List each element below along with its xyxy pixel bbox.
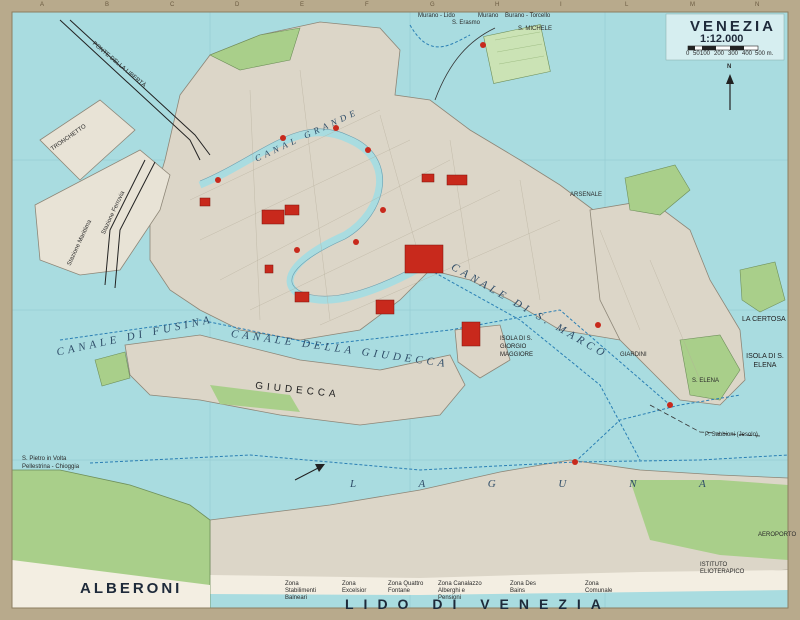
monument-3 bbox=[294, 291, 310, 303]
burano-torcello-label: Burano - Torcello bbox=[505, 13, 551, 19]
monument-8 bbox=[199, 197, 211, 207]
monument-9 bbox=[264, 264, 274, 274]
scale-tick-0: 0 bbox=[686, 51, 690, 57]
zona-4-label: Zona Canalazzo Alberghi e Pensioni bbox=[438, 581, 482, 601]
map-scale: 1:12.000 bbox=[700, 33, 744, 45]
s-michele-label: S. MICHELE bbox=[518, 26, 553, 32]
frari-church bbox=[261, 209, 285, 225]
laguna-label: L A G U N A bbox=[350, 478, 736, 490]
scale-tick-5: 400 bbox=[742, 51, 753, 57]
map-canvas bbox=[11, 11, 789, 609]
edge-letter-g: G bbox=[430, 2, 435, 8]
s-erasmo-label: S. Erasmo bbox=[452, 20, 481, 26]
zona-5-label: Zona Des Bains bbox=[510, 581, 537, 594]
giardini-label: GIARDINI bbox=[620, 352, 647, 358]
scale-tick-4: 300 bbox=[728, 51, 739, 57]
isola-s-elena-label: ISOLA DI S. ELENA bbox=[746, 353, 784, 369]
edge-letter-m: M bbox=[690, 2, 695, 8]
aeroporto-label: AEROPORTO bbox=[758, 532, 797, 538]
scale-bar bbox=[687, 45, 759, 51]
edge-letter-c: C bbox=[170, 2, 175, 8]
edge-letter-i: I bbox=[560, 2, 562, 8]
scale-tick-2: 100 bbox=[700, 51, 711, 57]
scale-tick-6: 500 m. bbox=[755, 51, 774, 57]
edge-letter-h: H bbox=[495, 2, 500, 8]
scale-tick-3: 200 bbox=[714, 51, 725, 57]
edge-letter-e: E bbox=[300, 2, 305, 8]
zona-1-label: Zona Stabilimenti Balneari bbox=[285, 581, 317, 601]
arsenale-label: ARSENALE bbox=[570, 192, 603, 198]
edge-letter-b: B bbox=[105, 2, 110, 8]
murano-label: Murano bbox=[478, 13, 499, 19]
s-elena-label: S. ELENA bbox=[692, 378, 720, 384]
monument-6 bbox=[421, 173, 435, 183]
zona-2-label: Zona Excelsior bbox=[342, 581, 367, 594]
zona-6-label: Zona Comunale bbox=[585, 581, 613, 594]
san-giorgio-church bbox=[461, 321, 481, 347]
zona-3-label: Zona Quattro Fontane bbox=[388, 581, 424, 594]
scale-tick-1: 50 bbox=[693, 51, 700, 57]
venice-map: VENEZIA 1:12.000 0 50 100 200 300 400 50… bbox=[0, 0, 800, 620]
s-pietro-volta-label: S. Pietro in Volta bbox=[22, 456, 67, 462]
murano-lido-label: Murano - Lido bbox=[418, 13, 456, 19]
edge-letter-d: D bbox=[235, 2, 240, 8]
monument-4 bbox=[375, 299, 395, 315]
istituto-label: ISTITUTO ELIOTERAPICO bbox=[700, 562, 745, 575]
monument-2 bbox=[284, 204, 300, 216]
p-sabbioni-label: P. Sabbioni (Jesolo) bbox=[705, 432, 758, 438]
san-marco-basilica bbox=[404, 244, 444, 274]
isola-s-giorgio-label: ISOLA DI S. GIORGIO MAGGIORE bbox=[500, 336, 534, 358]
pellestrina-label: Pellestrina - Chioggia bbox=[22, 464, 80, 470]
monument-7 bbox=[446, 174, 468, 186]
edge-letter-a: A bbox=[40, 2, 45, 8]
la-certosa-label: LA CERTOSA bbox=[742, 316, 786, 323]
edge-letter-f: F bbox=[365, 2, 369, 8]
alberoni-label: ALBERONI bbox=[80, 580, 183, 597]
edge-letter-l: L bbox=[625, 2, 629, 8]
north-label: N bbox=[727, 64, 732, 70]
edge-letter-n: N bbox=[755, 2, 760, 8]
